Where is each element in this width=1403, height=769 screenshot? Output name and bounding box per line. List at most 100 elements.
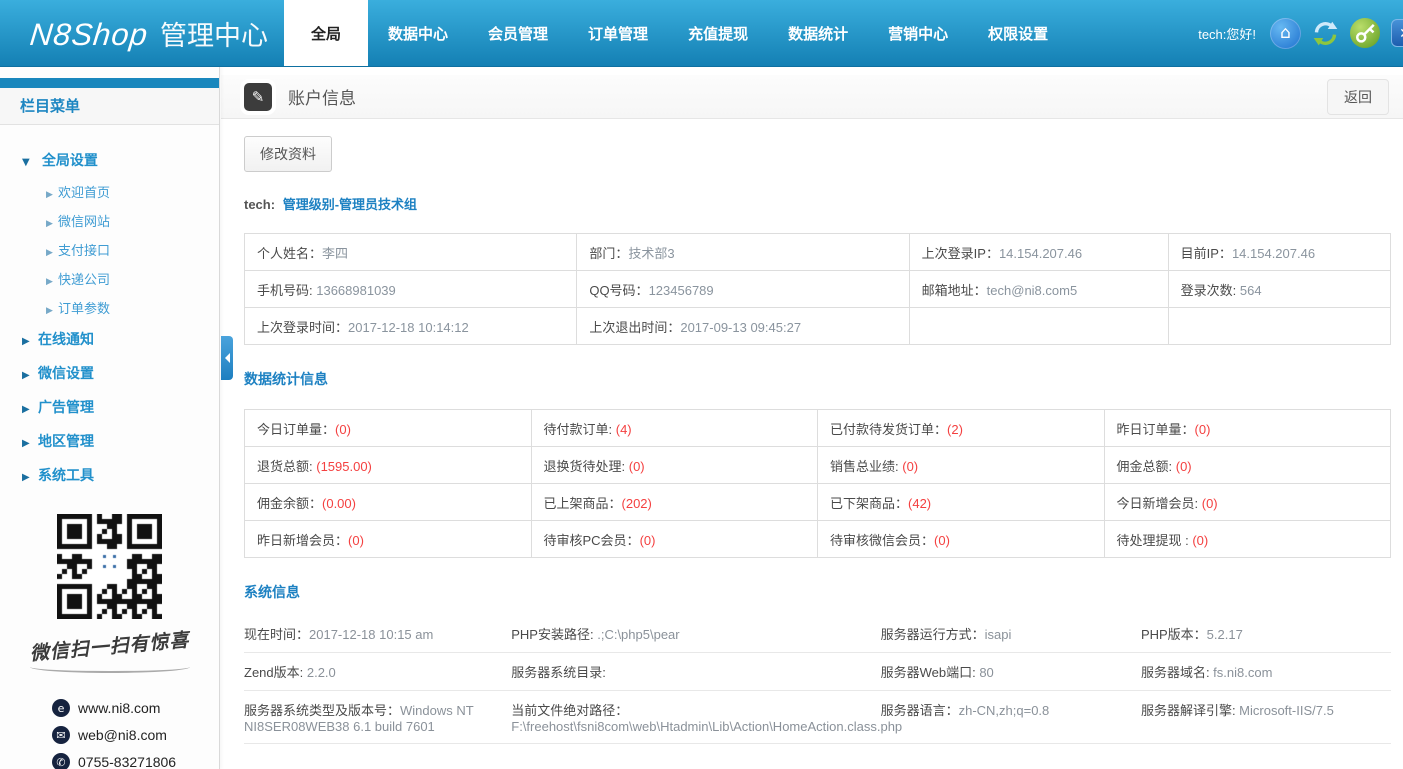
- logo-text: N8Shop: [28, 17, 150, 53]
- cell-label: 已上架商品：: [544, 496, 622, 511]
- cell-value: (0.00): [322, 496, 356, 511]
- sidebar-item-system-tools[interactable]: ▶系统工具: [0, 458, 219, 492]
- table-cell: 待付款订单: (4): [531, 410, 818, 447]
- table-row: 上次登录时间：2017-12-18 10:14:12上次退出时间：2017-09…: [245, 308, 1391, 345]
- tab-members[interactable]: 会员管理: [468, 0, 568, 67]
- sidebar-item-wechat-settings[interactable]: ▶微信设置: [0, 356, 219, 390]
- cell-value: tech@ni8.com5: [987, 283, 1078, 298]
- back-button[interactable]: 返回: [1327, 79, 1389, 115]
- cell-label: 目前IP：: [1181, 246, 1232, 261]
- cell-value: 123456789: [649, 283, 714, 298]
- sidebar-item-label: 全局设置: [42, 152, 98, 168]
- contact-info: e www.ni8.com ✉ web@ni8.com ✆ 0755-83271…: [52, 699, 219, 769]
- sidebar-item-online-notice[interactable]: ▶在线通知: [0, 322, 219, 356]
- cell-label: 待审核PC会员：: [544, 533, 640, 548]
- tab-recharge[interactable]: 充值提现: [668, 0, 768, 67]
- stats-heading: 数据统计信息: [244, 369, 1390, 389]
- tab-permissions[interactable]: 权限设置: [968, 0, 1068, 67]
- table-row: 昨日新增会员：(0)待审核PC会员：(0)待审核微信会员：(0)待处理提现 : …: [245, 521, 1391, 558]
- tab-marketing[interactable]: 营销中心: [868, 0, 968, 67]
- tab-data-center[interactable]: 数据中心: [368, 0, 468, 67]
- table-cell: 昨日新增会员：(0): [245, 521, 532, 558]
- admin-level-link[interactable]: 管理级别-管理员技术组: [283, 197, 417, 212]
- cell-label: 销售总业绩:: [830, 459, 902, 474]
- sidebar-item-ads[interactable]: ▶广告管理: [0, 390, 219, 424]
- sidebar-item-payment[interactable]: ▶支付接口: [0, 235, 219, 264]
- contact-phone: ✆ 0755-83271806: [52, 753, 219, 769]
- cell-label: 服务器域名:: [1141, 665, 1213, 680]
- cell-value: F:\freehost\fsni8com\web\Htadmin\Lib\Act…: [511, 719, 902, 734]
- table-row: 现在时间：2017-12-18 10:15 amPHP安装路径: .;C:\ph…: [244, 615, 1391, 653]
- cell-value: 李四: [322, 246, 348, 261]
- table-cell: Zend版本: 2.2.0: [244, 653, 511, 691]
- app-logo: N8Shop 管理中心: [30, 14, 280, 53]
- cell-value: 80: [979, 665, 993, 680]
- cell-value: (0): [902, 459, 918, 474]
- web-icon: e: [52, 699, 70, 717]
- table-cell: 上次退出时间：2017-09-13 09:45:27: [577, 308, 909, 345]
- contact-website: e www.ni8.com: [52, 699, 219, 717]
- cell-label: 部门：: [589, 246, 628, 261]
- close-icon[interactable]: ✕: [1391, 19, 1403, 47]
- table-cell: 服务器系统类型及版本号：Windows NT NI8SER08WEB38 6.1…: [244, 691, 511, 744]
- sidebar-item-label: 欢迎首页: [58, 185, 110, 200]
- home-icon[interactable]: ⌂: [1270, 18, 1301, 49]
- sidebar-item-express[interactable]: ▶快递公司: [0, 264, 219, 293]
- cell-label: 个人姓名：: [257, 246, 322, 261]
- sidebar-item-label: 微信网站: [58, 214, 110, 229]
- table-cell: 今日新增会员: (0): [1104, 484, 1391, 521]
- cell-label: 邮箱地址：: [922, 283, 987, 298]
- key-icon[interactable]: [1350, 18, 1380, 48]
- table-row: 佣金余额：(0.00)已上架商品：(202)已下架商品：(42)今日新增会员: …: [245, 484, 1391, 521]
- cell-value: (2): [947, 422, 963, 437]
- chevron-right-icon: ▶: [46, 190, 58, 200]
- cell-value: (4): [616, 422, 632, 437]
- table-cell: 待审核微信会员：(0): [818, 521, 1105, 558]
- sidebar-item-global-settings[interactable]: ▼ 全局设置: [0, 143, 219, 177]
- sidebar-item-regions[interactable]: ▶地区管理: [0, 424, 219, 458]
- sidebar-collapse-handle[interactable]: [221, 336, 233, 380]
- table-cell: 已下架商品：(42): [818, 484, 1105, 521]
- edit-profile-button[interactable]: 修改资料: [244, 136, 332, 172]
- table-cell: 服务器运行方式：isapi: [881, 615, 1141, 653]
- table-cell: PHP版本：5.2.17: [1141, 615, 1391, 653]
- sidebar-item-wechat-site[interactable]: ▶微信网站: [0, 206, 219, 235]
- table-cell: 待审核PC会员：(0): [531, 521, 818, 558]
- sidebar-item-welcome[interactable]: ▶欢迎首页: [0, 177, 219, 206]
- chevron-right-icon: ▶: [46, 277, 58, 287]
- table-cell: 登录次数: 564: [1168, 271, 1390, 308]
- sidebar-accent-strip: [0, 78, 219, 88]
- sidebar-item-label: 微信设置: [38, 365, 94, 381]
- cell-value: Microsoft-IIS/7.5: [1239, 703, 1334, 718]
- pencil-icon: ✎: [244, 83, 272, 111]
- cell-value: 13668981039: [316, 283, 396, 298]
- cell-label: 上次登录IP：: [922, 246, 999, 261]
- user-role-line: tech: 管理级别-管理员技术组: [244, 194, 1390, 213]
- cell-label: 佣金总额:: [1117, 459, 1176, 474]
- cell-value: (0): [640, 533, 656, 548]
- phone-icon: ✆: [52, 753, 70, 769]
- cell-label: 昨日新增会员：: [257, 533, 348, 548]
- cell-label: PHP安装路径:: [511, 627, 597, 642]
- tab-statistics[interactable]: 数据统计: [768, 0, 868, 67]
- refresh-icon[interactable]: [1312, 20, 1339, 47]
- top-nav: 全局 数据中心 会员管理 订单管理 充值提现 数据统计 营销中心 权限设置: [284, 0, 1068, 67]
- chevron-right-icon: ▶: [22, 336, 38, 347]
- cell-label: PHP版本：: [1141, 627, 1207, 642]
- tab-orders[interactable]: 订单管理: [568, 0, 668, 67]
- cell-label: 退货总额:: [257, 459, 316, 474]
- system-info-table: 现在时间：2017-12-18 10:15 amPHP安装路径: .;C:\ph…: [244, 615, 1391, 744]
- table-row: 手机号码: 13668981039QQ号码：123456789邮箱地址：tech…: [245, 271, 1391, 308]
- table-cell: 邮箱地址：tech@ni8.com5: [909, 271, 1168, 308]
- topbar: N8Shop 管理中心 全局 数据中心 会员管理 订单管理 充值提现 数据统计 …: [0, 0, 1403, 67]
- table-cell: 部门：技术部3: [577, 234, 909, 271]
- tab-global[interactable]: 全局: [284, 0, 368, 67]
- stats-table: 今日订单量：(0)待付款订单: (4)已付款待发货订单：(2)昨日订单量：(0)…: [244, 409, 1391, 558]
- table-cell: 个人姓名：李四: [245, 234, 577, 271]
- sidebar-item-label: 支付接口: [58, 243, 110, 258]
- sidebar-header: 栏目菜单: [0, 88, 219, 125]
- sidebar-item-order-params[interactable]: ▶订单参数: [0, 293, 219, 322]
- chevron-right-icon: ▶: [46, 248, 58, 258]
- mail-icon: ✉: [52, 726, 70, 744]
- system-heading: 系统信息: [244, 582, 1390, 602]
